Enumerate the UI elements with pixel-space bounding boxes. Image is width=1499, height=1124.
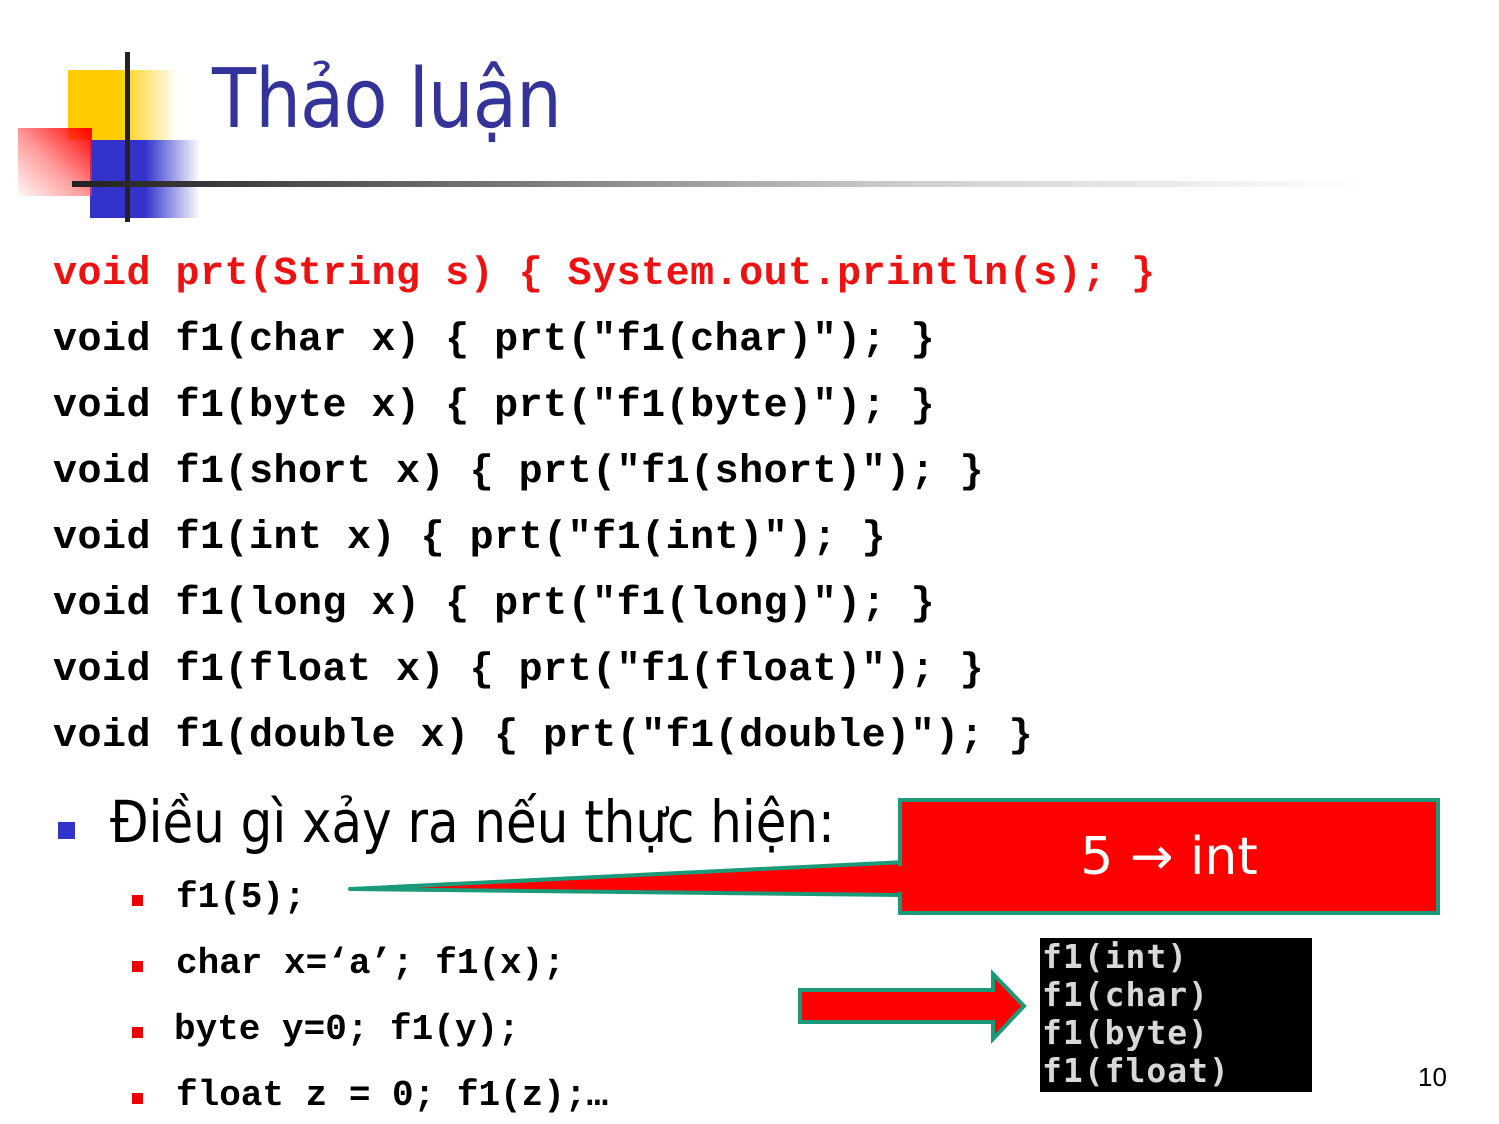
console-line: f1(byte) [1042,1013,1209,1052]
console-output: f1(int) f1(char) f1(byte) f1(float) [1040,938,1312,1092]
callout-label: 5 → int [1080,826,1258,887]
page-number: 10 [1418,1062,1447,1092]
right-arrow-icon [798,969,1027,1045]
callout-pointer [348,860,907,897]
console-line: f1(float) [1042,1051,1230,1090]
console-line: f1(char) [1042,975,1209,1014]
console-line: f1(int) [1042,937,1189,976]
